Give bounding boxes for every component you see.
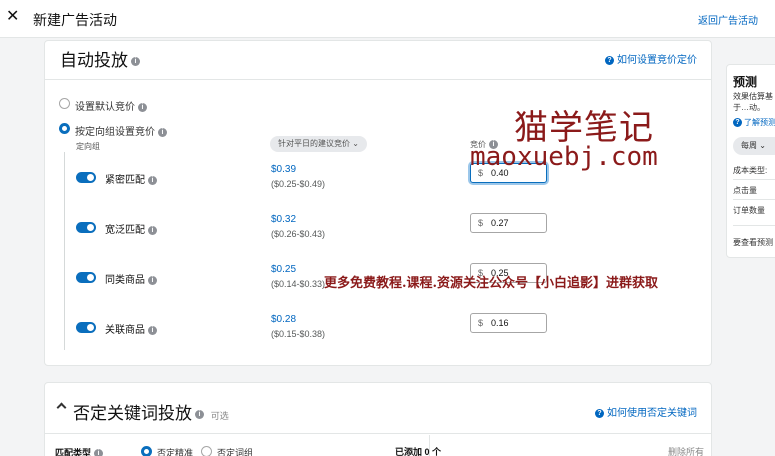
negative-exact-label: 否定精准 (157, 448, 194, 456)
toggle-close-match[interactable] (76, 172, 96, 183)
suggested-bid-loose-match: $0.32 (271, 214, 297, 225)
info-icon[interactable]: i (148, 275, 157, 285)
negative-phrase-radio[interactable] (201, 446, 212, 456)
info-icon[interactable]: i (138, 102, 147, 112)
auto-targeting-card: 自动投放 i ? 如何设置竞价定价 设置默认竞价 i 按定向组设置竞价 i 定向组 竞价… (44, 40, 712, 366)
bid-range-complements: ($0.15-$0.38) (271, 329, 326, 339)
divider (733, 225, 775, 226)
forecast-learn-link[interactable]: ? 了解预测 (733, 117, 775, 128)
group-bid-label: 按定向组设置竞价 i (75, 123, 167, 138)
divider (45, 79, 711, 80)
bid-input-complements[interactable]: $0.16 (470, 313, 547, 333)
top-bar: ✕ 新建广告活动 返回广告活动 (0, 0, 775, 38)
default-bid-label: 设置默认竞价 i (75, 98, 147, 113)
suggested-bid-close-match: $0.39 (271, 164, 297, 175)
info-icon[interactable]: i (195, 410, 204, 420)
page-title: 新建广告活动 (33, 12, 117, 28)
negative-keyword-title[interactable]: 否定关键词投放 i 可选 (73, 399, 229, 424)
divider (45, 433, 711, 434)
optional-label: 可选 (210, 411, 229, 421)
bid-range-close-match: ($0.25-$0.49) (271, 179, 326, 189)
added-count: 已添加 0 个 (395, 447, 442, 456)
negative-keyword-card: 否定关键词投放 i 可选 ? 如何使用否定关键词 匹配类型 i 否定精准 否定词组 已… (44, 382, 712, 456)
group-connector-line (64, 152, 65, 350)
forecast-orders: 订单数量 (733, 206, 765, 215)
forecast-title: 预测 (733, 75, 758, 89)
forecast-period-select[interactable]: 每周 ⌄ (733, 137, 775, 155)
forecast-panel: 预测 效果估算基于…动。 ? 了解预测 每周 ⌄ 成本类型: 点击量 订单数量 要… (726, 64, 775, 258)
watermark-banner: 更多免费教程.课程.资源关注公众号【小白追影】进群获取 (324, 276, 659, 291)
auto-targeting-title: 自动投放 i (60, 46, 140, 71)
info-icon[interactable]: i (131, 57, 140, 67)
info-icon[interactable]: i (158, 127, 167, 137)
bid-range-loose-match: ($0.26-$0.43) (271, 229, 326, 239)
negative-phrase-label: 否定词组 (217, 448, 254, 456)
info-icon[interactable]: i (148, 325, 157, 335)
close-icon[interactable]: ✕ (6, 8, 19, 26)
toggle-loose-match[interactable] (76, 222, 96, 233)
col-group-header: 定向组 (76, 142, 100, 151)
bid-range-substitutes: ($0.14-$0.33) (271, 279, 326, 289)
divider (733, 179, 775, 180)
help-icon: ? (595, 408, 604, 418)
row-label-loose-match: 宽泛匹配 i (105, 221, 157, 236)
watermark-url: maoxuebj.com (470, 142, 658, 172)
back-to-campaigns-link[interactable]: 返回广告活动 (698, 12, 758, 27)
match-type-label: 匹配类型 i (55, 446, 104, 456)
forecast-cost-type: 成本类型: (733, 166, 768, 175)
divider (733, 199, 775, 200)
info-icon[interactable]: i (148, 175, 157, 185)
default-bid-radio[interactable] (59, 98, 70, 109)
forecast-description: 效果估算基于…动。 (733, 92, 773, 112)
row-label-substitutes: 同类商品 i (105, 271, 157, 286)
negative-help-link[interactable]: ? 如何使用否定关键词 (595, 404, 697, 419)
negative-exact-radio[interactable] (141, 446, 152, 456)
suggested-bid-dropdown[interactable]: 针对平日的建议竞价 ⌄ (270, 136, 367, 152)
toggle-complements[interactable] (76, 322, 96, 333)
bid-help-link[interactable]: ? 如何设置竞价定价 (605, 51, 697, 66)
forecast-clicks: 点击量 (733, 186, 757, 195)
info-icon[interactable]: i (94, 449, 104, 456)
row-label-close-match: 紧密匹配 i (105, 171, 157, 186)
info-icon[interactable]: i (148, 225, 157, 235)
suggested-bid-substitutes: $0.25 (271, 264, 297, 275)
group-bid-radio[interactable] (59, 123, 70, 134)
toggle-substitutes[interactable] (76, 272, 96, 283)
help-icon: ? (605, 55, 614, 65)
suggested-bid-complements: $0.28 (271, 314, 297, 325)
help-icon: ? (733, 118, 742, 128)
row-label-complements: 关联商品 i (105, 321, 157, 336)
forecast-view-more: 要查看预测 (733, 238, 773, 247)
bid-input-loose-match[interactable]: $0.27 (470, 213, 547, 233)
remove-all-button[interactable]: 删除所有 (668, 445, 704, 456)
chevron-down-icon: ⌄ (352, 139, 359, 148)
